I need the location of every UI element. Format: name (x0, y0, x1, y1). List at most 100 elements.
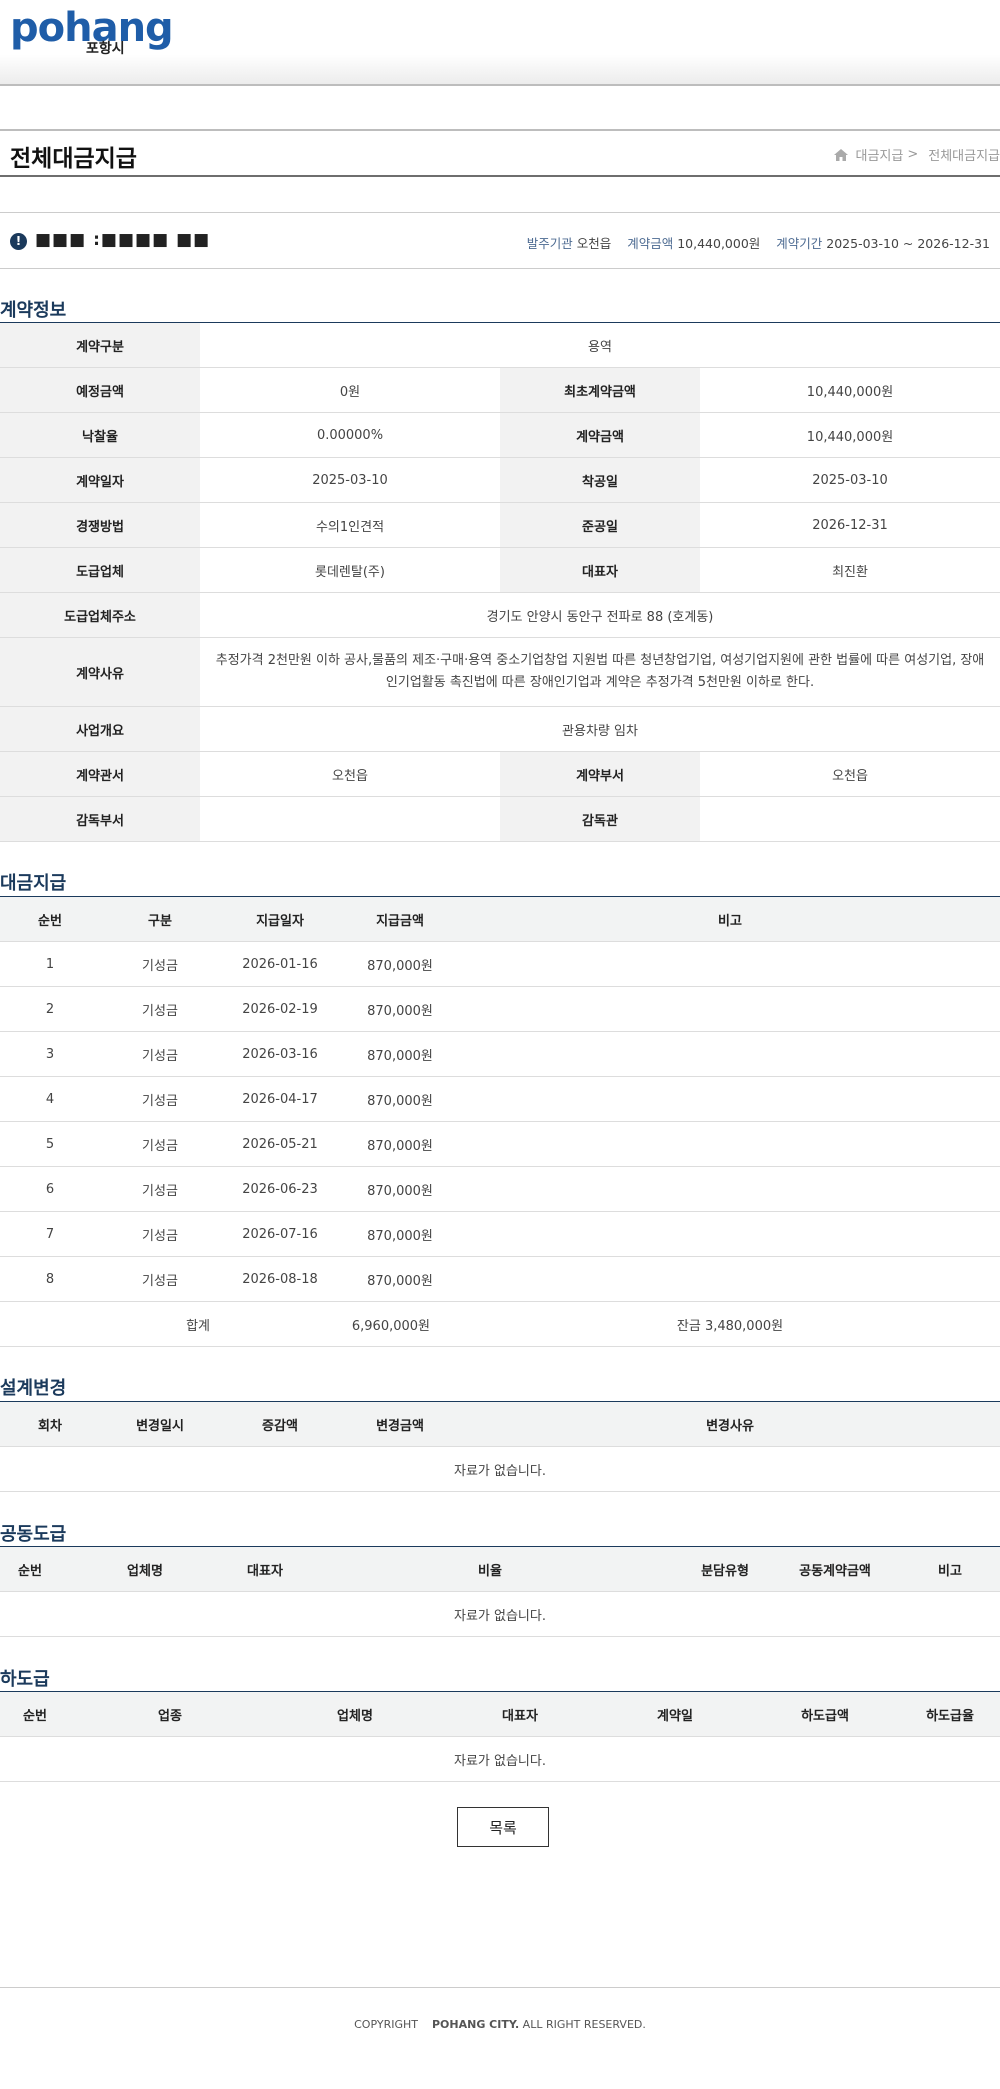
table-cell (460, 1166, 1000, 1212)
column-header: 계약일 (600, 1691, 750, 1737)
title-bar: 전체대금지급 대금지급 > 전체대금지급 (0, 129, 1000, 177)
summary-meta: 발주기관 오천읍 계약금액 10,440,000원 계약기간 2025-03-1… (515, 233, 990, 252)
info-value: 용역 (200, 322, 1000, 368)
info-label: 계약사유 (0, 637, 200, 707)
info-label: 계약구분 (0, 322, 200, 368)
info-label: 감독관 (500, 796, 700, 842)
copyright-label: COPYRIGHT (354, 2018, 418, 2031)
table-cell (460, 986, 1000, 1032)
orderer-label: 발주기관 (526, 236, 573, 251)
copyright-brand: POHANG CITY. (431, 2018, 520, 2031)
table-cell: 4 (0, 1076, 100, 1122)
joint-table: 순번 업체명 대표자 비율 분담유형 공동계약금액 비고 자료가 없습니다. (0, 1546, 1000, 1637)
info-label: 사업개요 (0, 706, 200, 752)
contract-info-row: 경쟁방법 수의1인견적 준공일 2026-12-31 (0, 502, 1000, 548)
info-label: 대표자 (500, 547, 700, 593)
info-value: 최진환 (700, 547, 1000, 593)
info-value: 10,440,000원 (700, 367, 1000, 413)
column-header: 분담유형 (680, 1546, 770, 1592)
table-cell: 8 (0, 1256, 100, 1302)
table-cell: 기성금 (100, 1256, 220, 1302)
info-value: 2025-03-10 (200, 457, 500, 503)
empty-message: 자료가 없습니다. (0, 1736, 1000, 1782)
info-value (200, 796, 500, 842)
table-row: 1 기성금 2026-01-16 870,000원 (0, 941, 1000, 987)
info-value: 2025-03-10 (700, 457, 1000, 503)
home-icon[interactable] (833, 148, 849, 162)
table-cell: 2026-01-16 (220, 941, 340, 987)
table-cell: 2026-05-21 (220, 1121, 340, 1167)
contract-info-row: 도급업체주소 경기도 안양시 동안구 전파로 88 (호계동) (0, 592, 1000, 638)
info-value: 롯데렌탈(주) (200, 547, 500, 593)
table-cell: 1 (0, 941, 100, 987)
table-header-row: 순번 업체명 대표자 비율 분담유형 공동계약금액 비고 (0, 1546, 1000, 1592)
info-label: 준공일 (500, 502, 700, 548)
column-header: 변경일시 (100, 1401, 220, 1447)
table-row: 3 기성금 2026-03-16 870,000원 (0, 1031, 1000, 1077)
site-footer: COPYRIGHT POHANG CITY. ALL RIGHT RESERVED… (0, 1987, 1000, 2089)
contract-info-row: 감독부서 감독관 (0, 796, 1000, 842)
column-header: 증감액 (220, 1401, 340, 1447)
table-cell: 870,000원 (340, 941, 460, 987)
table-cell: 870,000원 (340, 1256, 460, 1302)
column-header: 비고 (460, 896, 1000, 942)
breadcrumb-item-current: 전체대금지급 (928, 149, 1000, 164)
contract-info-row: 계약관서 오천읍 계약부서 오천읍 (0, 751, 1000, 797)
total-row: 합계 6,960,000원 잔금 3,480,000원 (0, 1301, 1000, 1347)
table-cell: 2026-04-17 (220, 1076, 340, 1122)
table-header-row: 회차 변경일시 증감액 변경금액 변경사유 (0, 1401, 1000, 1447)
info-value (700, 796, 1000, 842)
column-header: 공동계약금액 (770, 1546, 900, 1592)
info-label: 감독부서 (0, 796, 200, 842)
table-cell: 870,000원 (340, 1031, 460, 1077)
column-header: 지급일자 (220, 896, 340, 942)
contract-info-row: 계약사유 추정가격 2천만원 이하 공사,물품의 제조·구매·용역 중소기업창업 … (0, 637, 1000, 707)
orderer-value: 오천읍 (576, 236, 612, 251)
table-cell: 870,000원 (340, 1166, 460, 1212)
breadcrumb-item-payment[interactable]: 대금지급 (855, 145, 903, 164)
table-row: 6 기성금 2026-06-23 870,000원 (0, 1166, 1000, 1212)
column-header: 비고 (900, 1546, 1000, 1592)
info-icon: ! (10, 233, 27, 250)
table-cell: 기성금 (100, 986, 220, 1032)
contract-summary: ! ■■■ :■■■■ ■■ 발주기관 오천읍 계약금액 10,440,000원… (0, 212, 1000, 269)
info-value: 오천읍 (200, 751, 500, 797)
info-label: 계약일자 (0, 457, 200, 503)
pohang-logo[interactable]: pohang 포항시 (10, 8, 174, 60)
table-cell (460, 941, 1000, 987)
column-header: 하도급액 (750, 1691, 900, 1737)
table-cell: 2 (0, 986, 100, 1032)
table-cell: 870,000원 (340, 1121, 460, 1167)
info-value: 관용차량 임차 (200, 706, 1000, 752)
copyright: COPYRIGHT POHANG CITY. ALL RIGHT RESERVED… (0, 2018, 1000, 2031)
contract-info-row: 도급업체 롯데렌탈(주) 대표자 최진환 (0, 547, 1000, 593)
table-cell: 기성금 (100, 1166, 220, 1212)
column-header: 순번 (0, 1546, 60, 1592)
table-cell: 870,000원 (340, 1076, 460, 1122)
table-cell: 2026-06-23 (220, 1166, 340, 1212)
table-cell (460, 1076, 1000, 1122)
info-value: 경기도 안양시 동안구 전파로 88 (호계동) (200, 592, 1000, 638)
table-cell (460, 1211, 1000, 1257)
table-row: 8 기성금 2026-08-18 870,000원 (0, 1256, 1000, 1302)
column-header: 구분 (100, 896, 220, 942)
table-header-row: 순번 구분 지급일자 지급금액 비고 (0, 896, 1000, 942)
site-header: pohang 포항시 (0, 0, 1000, 86)
section-title-design-change: 설계변경 (0, 1378, 67, 1399)
list-button[interactable]: 목록 (457, 1807, 549, 1847)
table-cell: 2026-07-16 (220, 1211, 340, 1257)
info-label: 낙찰율 (0, 412, 200, 458)
info-label: 예정금액 (0, 367, 200, 413)
table-cell: 기성금 (100, 1076, 220, 1122)
table-row: 2 기성금 2026-02-19 870,000원 (0, 986, 1000, 1032)
empty-message: 자료가 없습니다. (0, 1446, 1000, 1492)
breadcrumb: 대금지급 > 전체대금지급 (833, 145, 1000, 164)
info-label: 계약부서 (500, 751, 700, 797)
column-header: 업종 (70, 1691, 270, 1737)
breadcrumb-separator: > (907, 147, 919, 162)
section-title-contract: 계약정보 (0, 300, 67, 321)
column-header: 업체명 (60, 1546, 230, 1592)
section-title-payment: 대금지급 (0, 873, 67, 894)
table-header-row: 순번 업종 업체명 대표자 계약일 하도급액 하도급율 (0, 1691, 1000, 1737)
table-cell: 6 (0, 1166, 100, 1212)
